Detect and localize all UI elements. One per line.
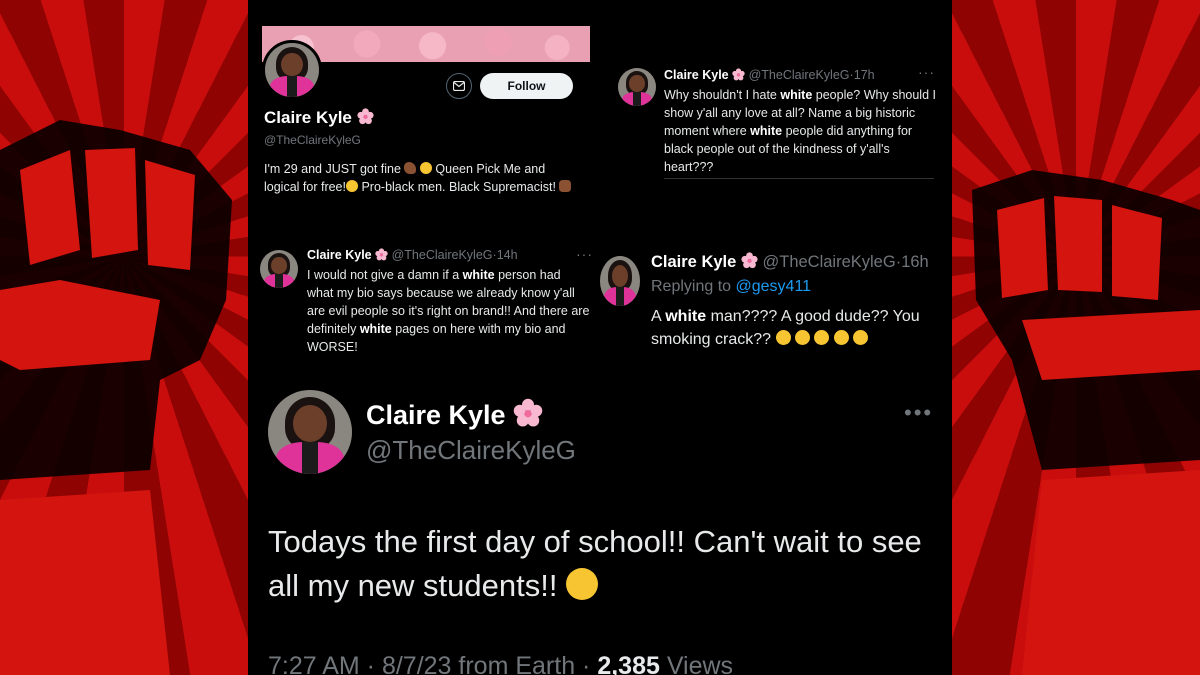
tweet-avatar[interactable]	[618, 68, 656, 106]
profile-bio: I'm 29 and JUST got fine Queen Pick Me a…	[264, 160, 584, 196]
bio-text-3: Pro-black men. Black Supremacist!	[357, 180, 560, 194]
replying-label: Replying to	[651, 278, 736, 295]
tweet-text: Why shouldn't I hate white people? Why s…	[664, 86, 938, 176]
profile-avatar[interactable]	[262, 40, 322, 100]
tweet-author-name[interactable]: Claire Kyle	[651, 253, 736, 271]
tweet-author-name[interactable]: Claire Kyle	[307, 248, 372, 262]
profile-name[interactable]: Claire Kyle	[264, 108, 374, 128]
main-tweet-avatar[interactable]	[268, 390, 352, 474]
cherry-blossom-icon	[357, 108, 374, 125]
bio-text-1: I'm 29 and JUST got fine	[264, 162, 405, 176]
message-button[interactable]	[446, 73, 472, 99]
highlighted-word: white	[359, 322, 392, 336]
main-tweet-author[interactable]: Claire Kyle	[366, 398, 543, 431]
screenshot-collage: Follow Claire Kyle @TheClaireKyleG I'm 2…	[248, 0, 952, 675]
left-background-panel	[0, 0, 248, 675]
follow-button[interactable]: Follow	[480, 73, 573, 99]
tweet-avatar[interactable]	[260, 250, 298, 288]
star-struck-icon	[566, 568, 599, 600]
tweet-avatar[interactable]	[600, 256, 640, 306]
tears-of-joy-icon	[814, 330, 830, 345]
tweet-time[interactable]: 14h	[497, 248, 518, 262]
highlighted-word: white	[462, 268, 495, 282]
raised-fist-graphic-left	[0, 120, 232, 675]
tweet-header: Claire Kyle @TheClaireKyleG·17h	[664, 68, 875, 82]
right-background-panel	[952, 0, 1200, 675]
replying-to-line: Replying to @gesy411	[651, 278, 811, 296]
raised-fist-graphic-right	[972, 170, 1200, 675]
rolling-laughing-icon	[773, 327, 793, 348]
tears-of-joy-icon	[833, 330, 849, 345]
tweet-author-handle[interactable]: @TheClaireKyleG	[762, 253, 895, 271]
tweet-header: Claire Kyle @TheClaireKyleG·14h	[307, 248, 518, 262]
tweet-timestamp[interactable]: 7:27 AM · 8/7/23 from Earth ·	[268, 652, 597, 675]
text-segment: A	[651, 308, 666, 325]
profile-handle[interactable]: @TheClaireKyleG	[264, 133, 361, 147]
flexed-bicep-icon	[404, 162, 417, 174]
main-tweet-text: Todays the first day of school!! Can't w…	[268, 520, 928, 608]
main-tweet-footer: 7:27 AM · 8/7/23 from Earth · 2,385 View…	[268, 652, 733, 675]
cherry-blossom-icon	[513, 398, 543, 427]
more-options-icon[interactable]: ···	[576, 246, 593, 262]
main-tweet-author-name: Claire Kyle	[366, 400, 506, 430]
cherry-blossom-icon	[732, 68, 745, 81]
tweet-time[interactable]: 17h	[854, 68, 875, 82]
tears-of-joy-icon	[853, 330, 869, 345]
highlighted-word: white	[665, 308, 707, 325]
more-options-icon[interactable]: ···	[918, 64, 935, 80]
tweet-top-right[interactable]: Claire Kyle @TheClaireKyleG·17h ··· Why …	[618, 64, 938, 182]
highlighted-word: white	[750, 124, 783, 138]
views-label: Views	[659, 652, 734, 675]
tears-of-joy-icon	[794, 330, 810, 345]
tweet-time[interactable]: 16h	[901, 253, 929, 271]
tweet-author-handle[interactable]: @TheClaireKyleG	[749, 68, 850, 82]
tweet-text: I would not give a damn if a white perso…	[307, 266, 590, 356]
cherry-blossom-icon	[741, 252, 758, 269]
tweet-text: A white man???? A good dude?? You smokin…	[651, 305, 945, 351]
tweet-header: Claire Kyle @TheClaireKyleG·16h	[651, 252, 929, 272]
main-tweet-handle[interactable]: @TheClaireKyleG	[366, 435, 576, 466]
text-segment: Why shouldn't I hate	[664, 88, 781, 102]
star-struck-icon	[419, 162, 432, 174]
shushing-face-icon	[345, 180, 358, 192]
profile-name-text: Claire Kyle	[264, 108, 352, 127]
highlighted-word: white	[780, 88, 813, 102]
divider	[664, 178, 934, 179]
views-count: 2,385	[597, 652, 660, 675]
text-segment: I would not give a damn if a	[307, 268, 463, 282]
tweet-author-handle[interactable]: @TheClaireKyleG	[392, 248, 493, 262]
more-options-icon[interactable]: •••	[904, 400, 933, 426]
reply-mention-link[interactable]: @gesy411	[736, 278, 812, 295]
cherry-blossom-icon	[375, 248, 388, 261]
tweet-middle-left[interactable]: Claire Kyle @TheClaireKyleG·14h ··· I wo…	[260, 246, 593, 360]
mail-icon	[453, 81, 465, 91]
raised-fist-icon	[559, 180, 572, 192]
tweet-author-name[interactable]: Claire Kyle	[664, 68, 729, 82]
tweet-middle-right[interactable]: Claire Kyle @TheClaireKyleG·16h Replying…	[600, 250, 945, 350]
